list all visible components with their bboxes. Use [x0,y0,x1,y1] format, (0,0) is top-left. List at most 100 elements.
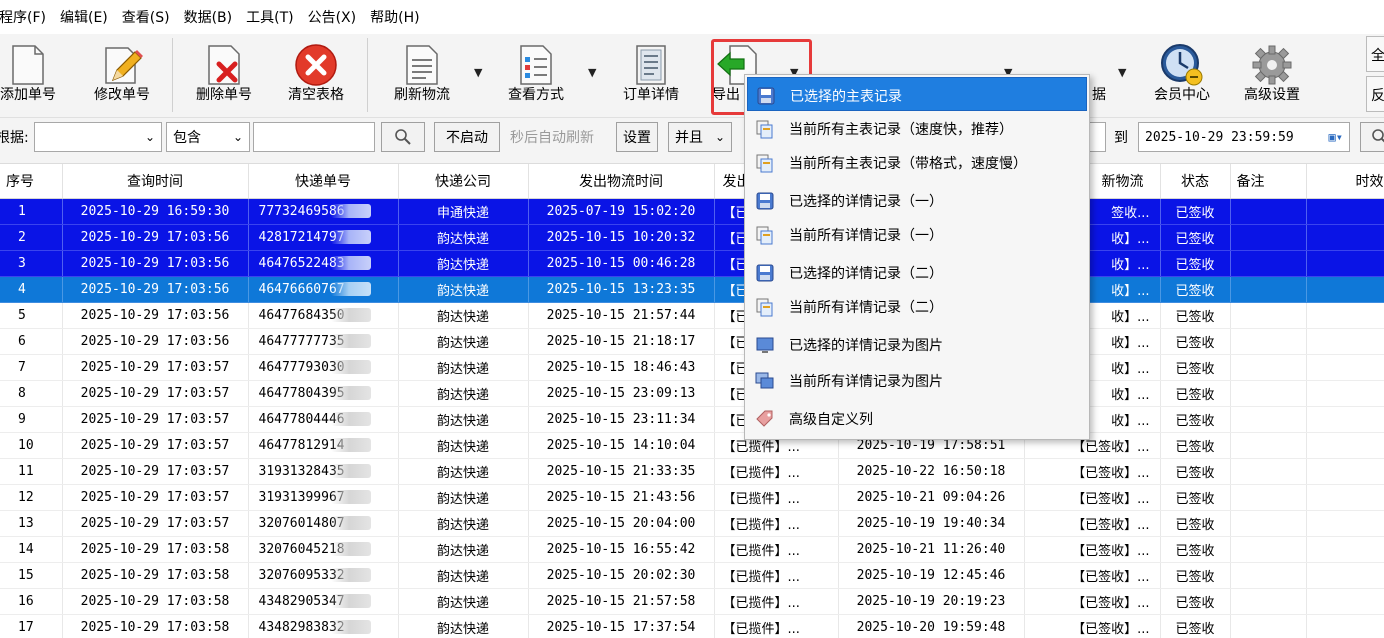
logic-select[interactable]: 并且 ⌄ [668,122,732,152]
courier-cell[interactable]: 韵达快递 [398,224,529,251]
table-row[interactable]: 16 2025-10-29 17:03:58 43482905347 韵达快递 2025… [0,588,1384,615]
table-row[interactable]: 10 2025-10-29 17:03:57 46477812914 韵达快递 2025… [0,432,1384,459]
row-number[interactable]: 1 [0,198,63,225]
ship-time-cell[interactable]: 2025-10-15 13:23:35 [528,276,715,303]
ship-time-cell[interactable]: 2025-10-15 21:57:44 [528,302,715,329]
tracking-number-cell[interactable]: 77732469586 [248,198,399,225]
duration-cell[interactable] [1306,328,1384,355]
courier-cell[interactable]: 韵达快递 [398,406,529,433]
remark-cell[interactable] [1230,458,1307,485]
col-header-duration[interactable]: 时效 [1306,164,1384,199]
latest-time-cell[interactable]: 2025-10-19 20:19:23 [838,588,1025,615]
edit-number-button[interactable]: 修改单号 [82,34,162,116]
courier-cell[interactable]: 韵达快递 [398,302,529,329]
status-cell[interactable]: 已签收 [1160,614,1231,638]
context-menu-item[interactable]: 已选择的主表记录 [747,77,1087,111]
ship-time-cell[interactable]: 2025-07-19 15:02:20 [528,198,715,225]
duration-cell[interactable] [1306,276,1384,303]
date-search-button[interactable] [1360,122,1384,152]
duration-cell[interactable] [1306,614,1384,638]
tracking-number-cell[interactable]: 46477804446 [248,406,399,433]
menu-edit[interactable]: 编辑(E) [53,7,115,27]
ship-time-cell[interactable]: 2025-10-15 20:02:30 [528,562,715,589]
dropdown-arrow[interactable]: ▼ [1118,66,1126,79]
latest-time-cell[interactable]: 2025-10-22 16:50:18 [838,458,1025,485]
row-number[interactable]: 13 [0,510,63,537]
first-logistics-cell[interactable]: 【已揽件】... [714,588,839,615]
remark-cell[interactable] [1230,536,1307,563]
search-button[interactable] [381,122,425,152]
tracking-number-cell[interactable]: 32076014807 [248,510,399,537]
first-logistics-cell[interactable]: 【已揽件】... [714,614,839,638]
col-header-status[interactable]: 状态 [1160,164,1231,199]
courier-cell[interactable]: 韵达快递 [398,588,529,615]
remark-cell[interactable] [1230,380,1307,407]
tracking-number-cell[interactable]: 42817214797 [248,224,399,251]
ship-time-cell[interactable]: 2025-10-15 21:18:17 [528,328,715,355]
select-all-button[interactable]: 全 [1366,36,1384,72]
remark-cell[interactable] [1230,510,1307,537]
status-cell[interactable]: 已签收 [1160,536,1231,563]
duration-cell[interactable] [1306,380,1384,407]
col-header-no[interactable]: 序号 [0,164,63,199]
col-header-ship-time[interactable]: 发出物流时间 [528,164,715,199]
status-cell[interactable]: 已签收 [1160,198,1231,225]
duration-cell[interactable] [1306,562,1384,589]
add-number-button[interactable]: 添加单号 [0,34,68,116]
status-cell[interactable]: 已签收 [1160,484,1231,511]
query-time-cell[interactable]: 2025-10-29 17:03:56 [62,328,249,355]
remark-cell[interactable] [1230,250,1307,277]
latest-time-cell[interactable]: 2025-10-19 12:45:46 [838,562,1025,589]
status-cell[interactable]: 已签收 [1160,224,1231,251]
query-time-cell[interactable]: 2025-10-29 17:03:58 [62,536,249,563]
latest-logistics-cell[interactable]: 【已签收】... [1024,510,1161,537]
courier-cell[interactable]: 韵达快递 [398,432,529,459]
query-time-cell[interactable]: 2025-10-29 17:03:58 [62,562,249,589]
context-menu-item[interactable]: 当前所有详情记录为图片 [747,363,1087,397]
remark-cell[interactable] [1230,224,1307,251]
context-menu-item[interactable]: 当前所有详情记录（一） [747,217,1087,251]
row-number[interactable]: 9 [0,406,63,433]
calendar-dropdown-icon[interactable]: ▣▾ [1329,130,1343,144]
table-row[interactable]: 13 2025-10-29 17:03:57 32076014807 韵达快递 2025… [0,510,1384,537]
order-detail-button[interactable]: 订单详情 [608,34,694,116]
view-mode-button[interactable]: 查看方式 [494,34,578,116]
first-logistics-cell[interactable]: 【已揽件】... [714,484,839,511]
latest-logistics-cell[interactable]: 【已签收】... [1024,484,1161,511]
query-time-cell[interactable]: 2025-10-29 17:03:58 [62,588,249,615]
row-number[interactable]: 15 [0,562,63,589]
context-menu-item[interactable]: 已选择的详情记录（一） [747,183,1087,217]
query-time-cell[interactable]: 2025-10-29 17:03:57 [62,380,249,407]
duration-cell[interactable] [1306,302,1384,329]
courier-cell[interactable]: 韵达快递 [398,328,529,355]
status-cell[interactable]: 已签收 [1160,510,1231,537]
query-time-cell[interactable]: 2025-10-29 17:03:56 [62,302,249,329]
tracking-number-cell[interactable]: 46476660767 [248,276,399,303]
auto-refresh-toggle-button[interactable]: 不启动 [434,122,500,152]
data-grid[interactable]: 序号 查询时间 快递单号 快递公司 发出物流时间 发出 新物流 状态 备注 时效… [0,164,1384,638]
row-number[interactable]: 11 [0,458,63,485]
query-time-cell[interactable]: 2025-10-29 17:03:57 [62,406,249,433]
latest-time-cell[interactable]: 2025-10-21 11:26:40 [838,536,1025,563]
query-time-cell[interactable]: 2025-10-29 17:03:57 [62,432,249,459]
context-menu-item[interactable]: 已选择的详情记录为图片 [747,327,1087,361]
courier-cell[interactable]: 韵达快递 [398,614,529,638]
view-mode-dropdown-arrow[interactable]: ▼ [588,66,596,79]
first-logistics-cell[interactable]: 【已揽件】... [714,510,839,537]
table-row[interactable]: 11 2025-10-29 17:03:57 31931328435 韵达快递 2025… [0,458,1384,485]
query-time-cell[interactable]: 2025-10-29 17:03:57 [62,458,249,485]
ship-time-cell[interactable]: 2025-10-15 23:09:13 [528,380,715,407]
refresh-logistics-button[interactable]: 刷新物流 [380,34,464,116]
table-row[interactable]: 17 2025-10-29 17:03:58 43482983832 韵达快递 2025… [0,614,1384,638]
ship-time-cell[interactable]: 2025-10-15 21:43:56 [528,484,715,511]
courier-cell[interactable]: 申通快递 [398,198,529,225]
tracking-number-cell[interactable]: 43482905347 [248,588,399,615]
context-menu-item[interactable]: 当前所有详情记录（二） [747,289,1087,323]
menu-data[interactable]: 数据(B) [177,7,240,27]
tracking-number-cell[interactable]: 32076095332 [248,562,399,589]
tracking-number-cell[interactable]: 46477684350 [248,302,399,329]
row-number[interactable]: 3 [0,250,63,277]
menu-program[interactable]: 程序(F) [0,7,53,27]
query-time-cell[interactable]: 2025-10-29 17:03:58 [62,614,249,638]
row-number[interactable]: 8 [0,380,63,407]
